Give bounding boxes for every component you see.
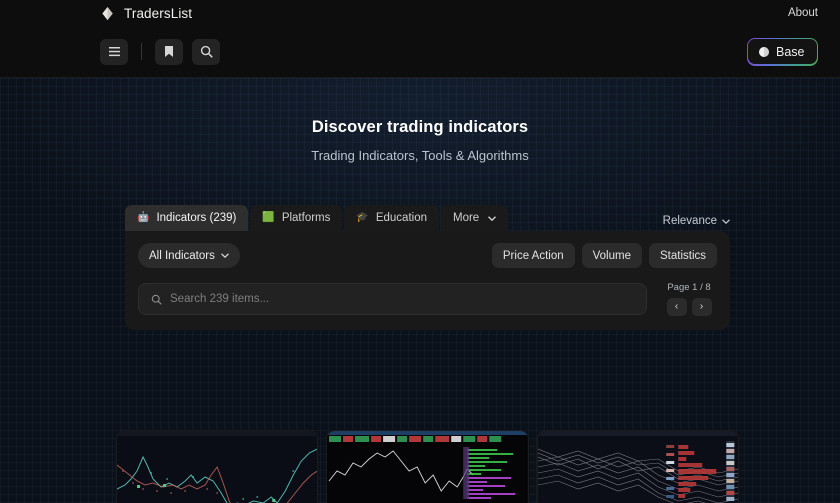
all-indicators-dropdown[interactable]: All Indicators (138, 243, 240, 268)
pagination: Page 1 / 8 ‹ › (661, 282, 717, 316)
toolbar-divider (141, 43, 142, 60)
search-button[interactable] (192, 39, 220, 65)
filter-chips: Price Action Volume Statistics (492, 243, 717, 268)
base-network-label: Base (776, 45, 805, 59)
search-row: Page 1 / 8 ‹ › (138, 282, 717, 316)
sort-dropdown[interactable]: Relevance (663, 215, 730, 231)
bookmark-icon (164, 45, 174, 58)
page-subtitle: Trading Indicators, Tools & Algorithms (0, 137, 840, 163)
tab-education[interactable]: 🎓 Education (344, 205, 439, 231)
filter-row: All Indicators Price Action Volume Stati… (138, 243, 717, 268)
tab-platforms[interactable]: 🟩 Platforms (250, 205, 342, 231)
platform-icon: 🟩 (262, 213, 274, 223)
hero-content: Discover trading indicators Trading Indi… (0, 78, 840, 163)
search-icon (151, 294, 162, 305)
page-title: Discover trading indicators (0, 78, 840, 137)
filter-chip-volume[interactable]: Volume (582, 243, 642, 268)
volume-profile-chart (327, 431, 527, 503)
indicator-card[interactable]: by ziongotoptions (326, 430, 528, 503)
top-navigation-bar: TradersList About (0, 0, 840, 26)
search-icon (200, 45, 213, 58)
indicator-card[interactable]: by LeviathanCapital 1 ❤ (537, 430, 739, 503)
category-tabs: 🤖 Indicators (239) 🟩 Platforms 🎓 Educati… (125, 205, 508, 231)
tab-platforms-label: Platforms (282, 212, 331, 224)
toolbar: Base (0, 26, 840, 78)
base-network-button[interactable]: Base (747, 38, 819, 66)
pagination-label: Page 1 / 8 (661, 282, 717, 293)
hamburger-menu-button[interactable] (100, 39, 128, 65)
brand[interactable]: TradersList (100, 6, 192, 21)
filter-chip-price-action[interactable]: Price Action (492, 243, 575, 268)
tab-education-label: Education (376, 212, 427, 224)
tabs-row: 🤖 Indicators (239) 🟩 Platforms 🎓 Educati… (125, 205, 730, 231)
base-chain-icon (758, 46, 770, 58)
bookmark-button[interactable] (155, 39, 183, 65)
results-grid: ~by jdehorty~ ⚗ 1 ❤ 1 (116, 430, 739, 503)
chevron-down-icon (722, 219, 730, 224)
hamburger-menu-icon (108, 46, 121, 57)
chevron-down-icon (488, 216, 496, 221)
liquidity-heatmap-chart (538, 431, 738, 503)
tab-more-label: More (453, 212, 479, 224)
indicator-card[interactable]: ~by jdehorty~ ⚗ 1 ❤ 1 (116, 430, 318, 503)
toolbar-left-group (100, 39, 220, 65)
search-input[interactable] (170, 293, 634, 305)
tab-indicators-label: Indicators (239) (156, 212, 236, 224)
machine-learning-signal-chart (117, 431, 317, 503)
chevron-down-icon (221, 253, 229, 258)
filter-panel: All Indicators Price Action Volume Stati… (125, 231, 730, 330)
diamond-logo-icon (100, 6, 115, 21)
hero-section: Discover trading indicators Trading Indi… (0, 78, 840, 503)
tab-indicators[interactable]: 🤖 Indicators (239) (125, 205, 248, 231)
all-indicators-label: All Indicators (149, 250, 215, 262)
tab-more[interactable]: More (441, 205, 508, 231)
brand-name: TradersList (124, 6, 192, 21)
filter-chip-statistics[interactable]: Statistics (649, 243, 717, 268)
pagination-next-button[interactable]: › (692, 298, 712, 316)
robot-icon: 🤖 (137, 213, 149, 223)
education-icon: 🎓 (356, 213, 368, 223)
nav-link-about[interactable]: About (788, 7, 818, 19)
card-thumbnail[interactable]: by LeviathanCapital (538, 431, 738, 503)
sort-dropdown-label: Relevance (663, 215, 717, 227)
pagination-buttons: ‹ › (661, 298, 717, 316)
card-thumbnail[interactable]: by ziongotoptions (327, 431, 527, 503)
card-thumbnail[interactable]: ~by jdehorty~ (117, 431, 317, 503)
search-field-wrapper[interactable] (138, 283, 647, 315)
top-nav-links: About (788, 7, 818, 19)
pagination-prev-button[interactable]: ‹ (667, 298, 687, 316)
